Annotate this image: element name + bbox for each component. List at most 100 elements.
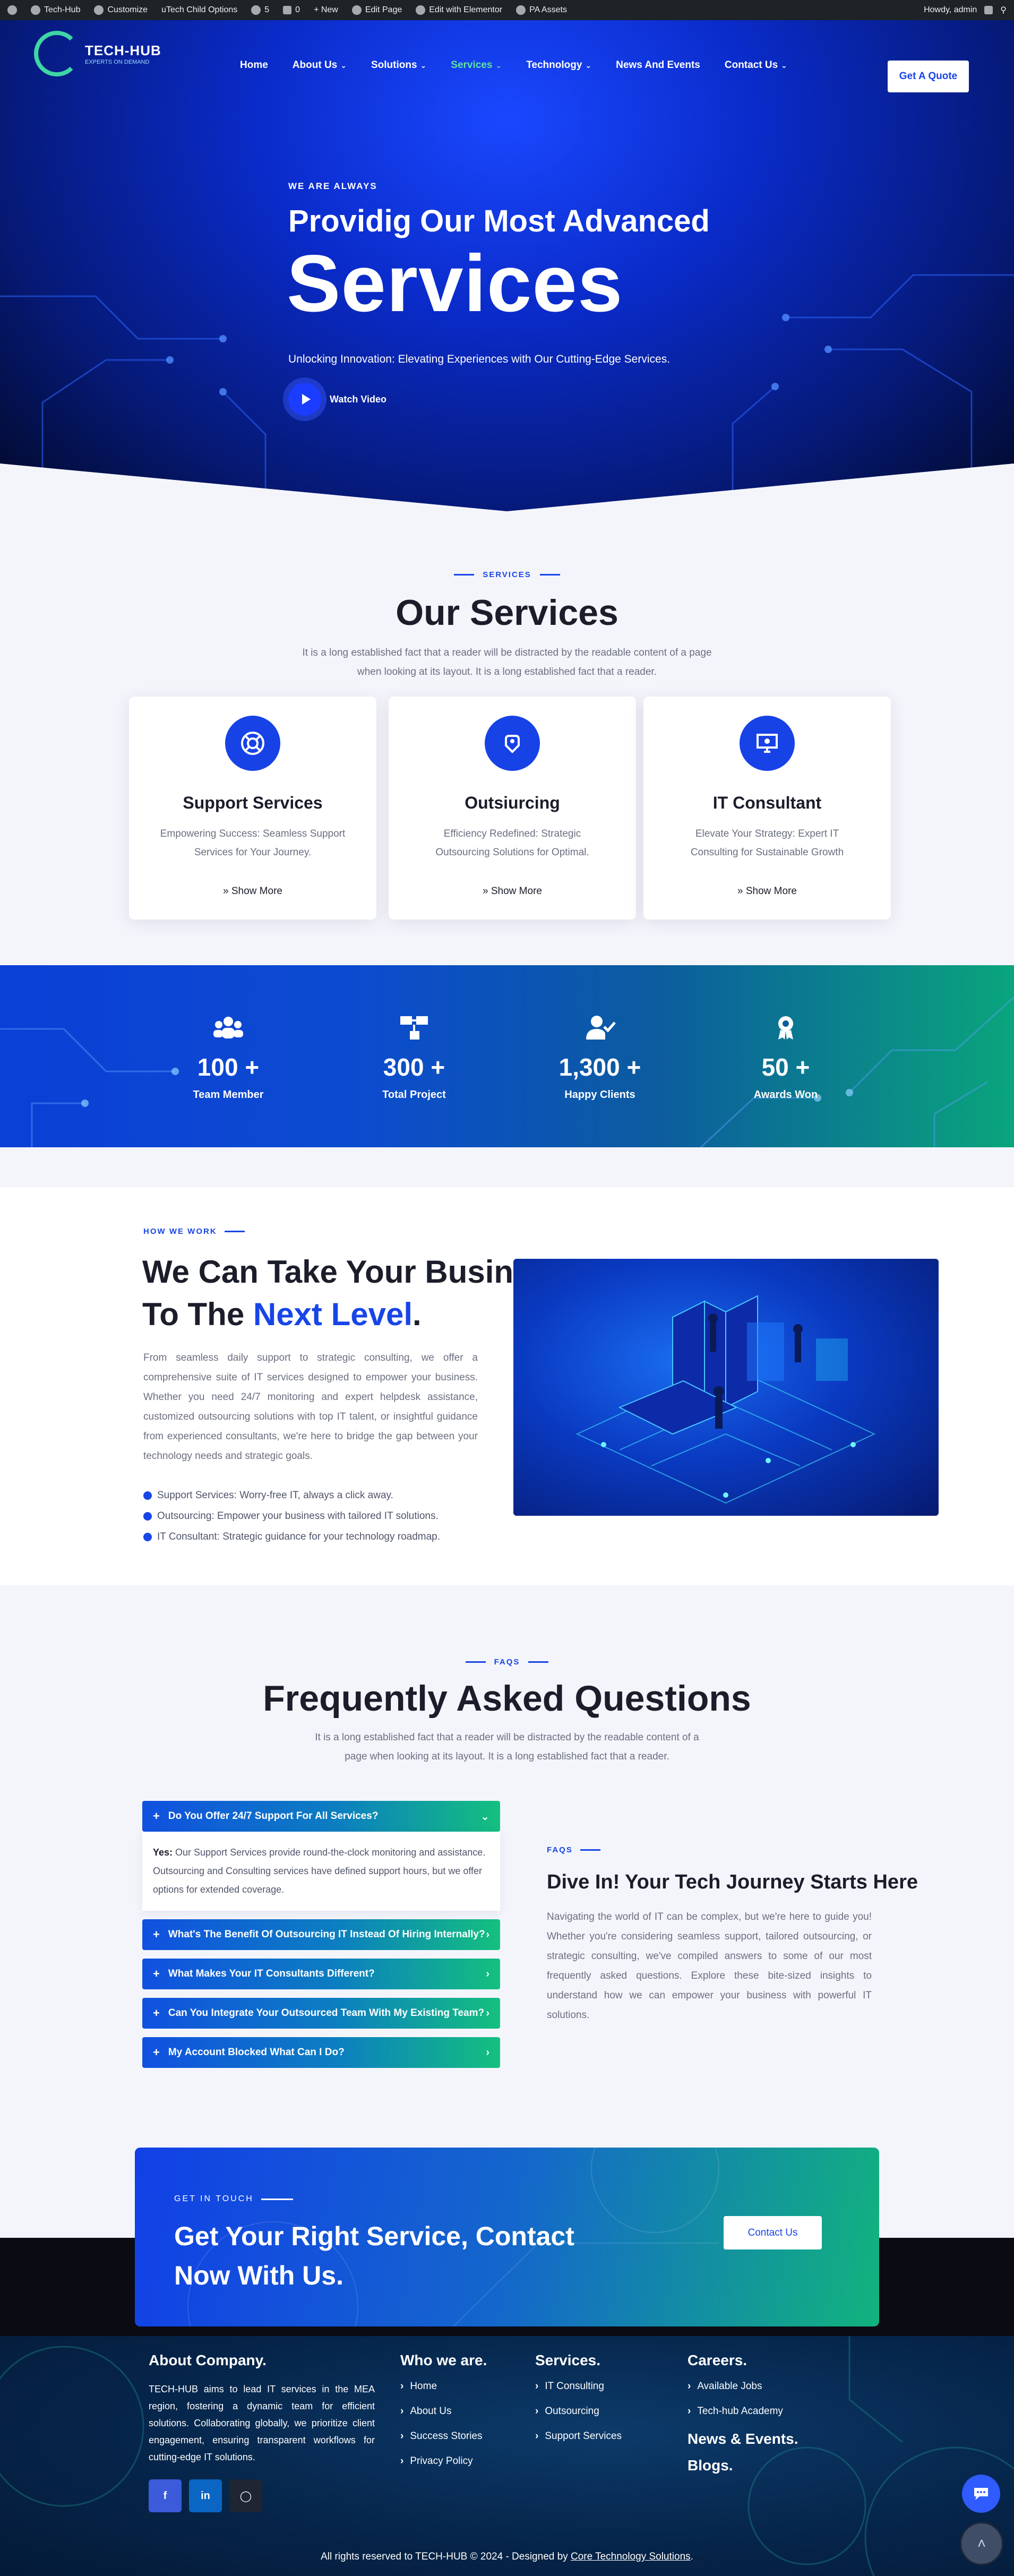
faq-question-4[interactable]: + Can You Integrate Your Outsourced Team … bbox=[142, 1998, 500, 2029]
admin-theme-options-link[interactable]: uTech Child Options bbox=[161, 5, 237, 15]
stat-total-projects: 300 + Total Project bbox=[350, 1014, 478, 1101]
footer-about: About Company. TECH-HUB aims to lead IT … bbox=[149, 2352, 375, 2512]
logo-mark-icon bbox=[34, 31, 80, 76]
contact-us-button[interactable]: Contact Us bbox=[724, 2216, 822, 2249]
chevron-right-icon: › bbox=[535, 2431, 539, 2442]
hero-kicker: WE ARE ALWAYS bbox=[288, 181, 377, 191]
chevron-right-icon: › bbox=[688, 2381, 691, 2392]
facebook-icon[interactable]: f bbox=[149, 2479, 182, 2512]
faq-side-description: Navigating the world of IT can be comple… bbox=[547, 1911, 872, 2021]
show-more-link[interactable]: » Show More bbox=[389, 886, 636, 897]
faq-side-kicker: FAQS bbox=[547, 1845, 573, 1854]
faq-side-title: Dive In! Your Tech Journey Starts Here bbox=[547, 1871, 918, 1893]
instagram-icon[interactable]: ◯ bbox=[229, 2479, 262, 2512]
chat-button[interactable] bbox=[962, 2475, 1000, 2513]
footer-link-available-jobs[interactable]: › Available Jobs bbox=[688, 2381, 798, 2392]
chevron-right-icon: › bbox=[400, 2381, 404, 2392]
footer-blogs-link[interactable]: Blogs. bbox=[688, 2457, 798, 2474]
wordpress-logo-icon[interactable] bbox=[7, 5, 17, 15]
client-icon bbox=[536, 1014, 664, 1043]
admin-new-link[interactable]: + New bbox=[314, 5, 338, 15]
service-card-support[interactable]: Support Services Empowering Success: Sea… bbox=[129, 697, 376, 920]
faq-kicker: FAQS bbox=[494, 1658, 520, 1667]
footer-news-events-link[interactable]: News & Events. bbox=[688, 2431, 798, 2448]
plus-icon: + bbox=[153, 2006, 160, 2020]
nav-item-about-us[interactable]: About Us ⌄ bbox=[293, 59, 347, 71]
service-card-desc: Empowering Success: Seamless Support Serv… bbox=[160, 828, 346, 858]
show-more-link[interactable]: » Show More bbox=[643, 886, 891, 897]
chevron-down-icon: ⌄ bbox=[585, 61, 592, 70]
service-card-title: Outsiurcing bbox=[465, 793, 560, 812]
chevron-right-icon: › bbox=[486, 2007, 489, 2019]
admin-updates-link[interactable]: 5 bbox=[251, 5, 269, 15]
footer-link-support-services[interactable]: › Support Services bbox=[535, 2431, 622, 2442]
services-description: It is a long established fact that a rea… bbox=[302, 647, 712, 677]
footer-careers: Careers. › Available Jobs › Tech-hub Acade… bbox=[688, 2352, 798, 2486]
list-item: Outsourcing: Empower your business with … bbox=[143, 1510, 440, 1522]
scroll-to-top-button[interactable]: ˄ bbox=[960, 2522, 1003, 2565]
nav-item-technology[interactable]: Technology ⌄ bbox=[526, 59, 591, 71]
watch-video-button[interactable]: Watch Video bbox=[288, 383, 386, 416]
plus-icon: + bbox=[153, 1928, 160, 1941]
show-more-link[interactable]: » Show More bbox=[129, 886, 376, 897]
faq-accordion: + Do You Offer 24/7 Support For All Servi… bbox=[142, 1801, 500, 2076]
how-description: From seamless daily support to strategic… bbox=[143, 1352, 478, 1462]
footer-link-success-stories[interactable]: › Success Stories bbox=[400, 2431, 487, 2442]
chevron-right-icon: › bbox=[486, 1928, 489, 1940]
admin-customize-link[interactable]: Customize bbox=[94, 5, 148, 15]
faq-title: Frequently Asked Questions bbox=[263, 1678, 751, 1719]
faq-question-2[interactable]: + What's The Benefit Of Outsourcing IT In… bbox=[142, 1919, 500, 1950]
nav-item-news-events[interactable]: News And Events bbox=[616, 59, 700, 71]
footer-link-privacy-policy[interactable]: › Privacy Policy bbox=[400, 2455, 487, 2467]
get-a-quote-button[interactable]: Get A Quote bbox=[888, 61, 969, 92]
stat-team-members: 100 + Team Member bbox=[165, 1014, 292, 1101]
admin-comments-link[interactable]: 0 bbox=[283, 5, 300, 15]
double-chevron-right-icon: » bbox=[737, 886, 743, 897]
lifebuoy-icon bbox=[225, 716, 280, 771]
nav-item-home[interactable]: Home bbox=[240, 59, 268, 71]
stat-label: Total Project bbox=[382, 1089, 446, 1101]
linkedin-icon[interactable]: in bbox=[189, 2479, 222, 2512]
admin-elementor-link[interactable]: Edit with Elementor bbox=[416, 5, 502, 15]
admin-edit-page-link[interactable]: Edit Page bbox=[351, 5, 402, 15]
faq-question-3[interactable]: + What Makes Your IT Consultants Differen… bbox=[142, 1959, 500, 1989]
footer-link-home[interactable]: › Home bbox=[400, 2381, 487, 2392]
chevron-right-icon: › bbox=[486, 2046, 489, 2058]
search-icon[interactable]: ⚲ bbox=[1000, 5, 1007, 15]
hero-title: Services bbox=[287, 238, 623, 329]
services-kicker: SERVICES bbox=[483, 570, 531, 579]
admin-pa-assets-link[interactable]: PA Assets bbox=[516, 5, 567, 15]
nav-item-services[interactable]: Services ⌄ bbox=[451, 59, 502, 71]
stat-value: 50 + bbox=[761, 1053, 810, 1081]
faq-question-5[interactable]: + My Account Blocked What Can I Do? › bbox=[142, 2037, 500, 2068]
plus-icon: + bbox=[153, 1967, 160, 1980]
stat-awards-won: 50 + Awards Won bbox=[722, 1014, 849, 1101]
footer-link-it-consulting[interactable]: › IT Consulting bbox=[535, 2381, 622, 2392]
faq-description: It is a long established fact that a rea… bbox=[315, 1732, 699, 1762]
main-nav: Home About Us ⌄ Solutions ⌄ Services ⌄ Tech… bbox=[240, 59, 787, 71]
bullet-dot-icon bbox=[143, 1512, 152, 1521]
footer-link-outsourcing[interactable]: › Outsourcing bbox=[535, 2406, 622, 2417]
play-icon bbox=[288, 383, 321, 416]
nav-item-solutions[interactable]: Solutions ⌄ bbox=[371, 59, 426, 71]
service-card-desc: Efficiency Redefined: Strategic Outsourci… bbox=[435, 828, 589, 858]
services-title: Our Services bbox=[396, 593, 618, 633]
admin-site-link[interactable]: Tech-Hub bbox=[31, 5, 80, 15]
faq-kicker-wrap: FAQS bbox=[0, 1658, 1014, 1667]
site-logo[interactable]: TECH-HUB EXPERTS ON DEMAND bbox=[34, 31, 161, 76]
service-card-outsourcing[interactable]: Outsiurcing Efficiency Redefined: Strate… bbox=[389, 697, 636, 920]
footer-link-about-us[interactable]: › About Us bbox=[400, 2406, 487, 2417]
designer-link[interactable]: Core Technology Solutions bbox=[571, 2551, 691, 2562]
nav-item-contact-us[interactable]: Contact Us ⌄ bbox=[725, 59, 787, 71]
consultant-monitor-icon bbox=[740, 716, 795, 771]
project-icon bbox=[350, 1014, 478, 1043]
avatar[interactable] bbox=[984, 6, 993, 14]
faq-question-1[interactable]: + Do You Offer 24/7 Support For All Servi… bbox=[142, 1801, 500, 1832]
admin-account-link[interactable]: Howdy, admin bbox=[924, 5, 977, 15]
updates-icon bbox=[251, 5, 261, 15]
chevron-right-icon: › bbox=[486, 1968, 489, 1980]
footer-link-academy[interactable]: › Tech-hub Academy bbox=[688, 2406, 798, 2417]
hero-description: Unlocking Innovation: Elevating Experien… bbox=[288, 353, 671, 365]
social-links: f in ◯ bbox=[149, 2479, 375, 2512]
service-card-it-consultant[interactable]: IT Consultant Elevate Your Strategy: Exp… bbox=[643, 697, 891, 920]
